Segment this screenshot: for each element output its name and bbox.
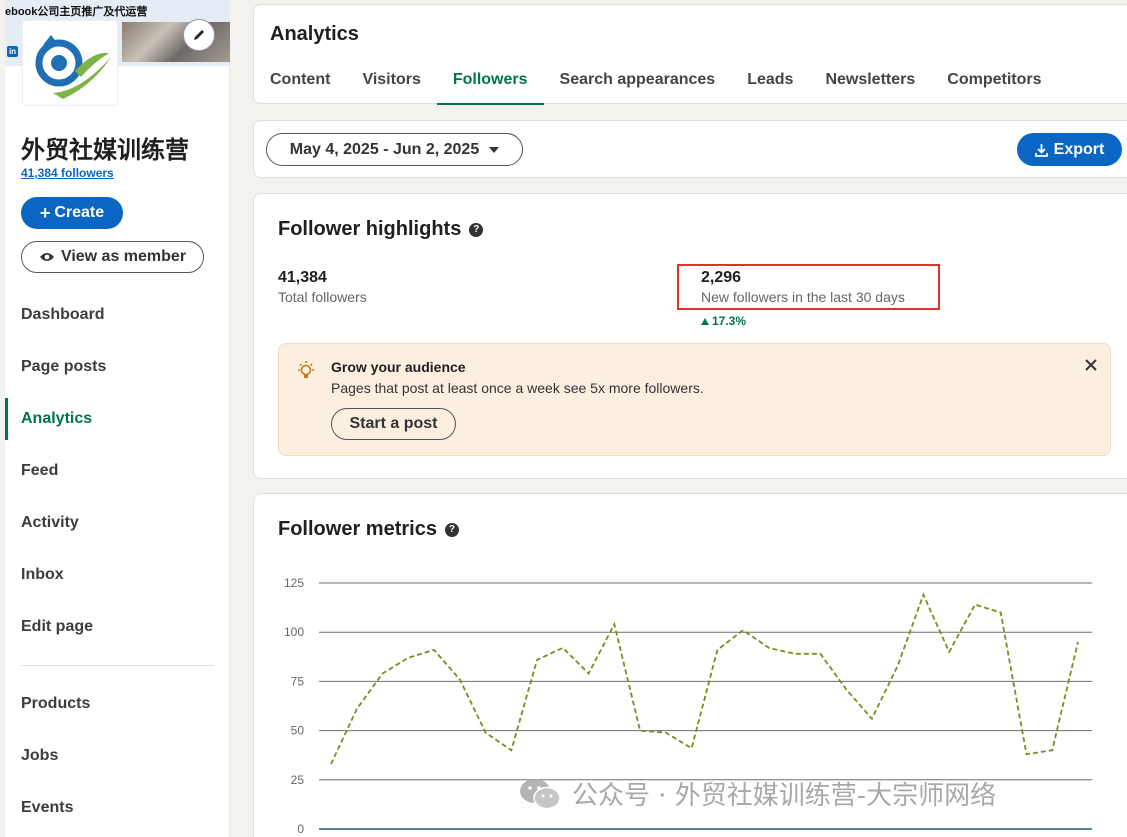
tab-competitors[interactable]: Competitors <box>931 63 1057 105</box>
new-followers-value: 2,296 <box>701 269 742 286</box>
caret-down-icon <box>489 146 500 153</box>
total-followers-value: 41,384 <box>278 269 327 286</box>
view-as-member-button[interactable]: View as member <box>21 241 204 273</box>
sidebar-item-inbox[interactable]: Inbox <box>5 549 230 601</box>
sidebar-item-activity[interactable]: Activity <box>5 497 230 549</box>
edit-pencil-icon[interactable] <box>183 19 215 51</box>
date-range-label: May 4, 2025 - Jun 2, 2025 <box>289 140 480 158</box>
tab-newsletters[interactable]: Newsletters <box>809 63 931 105</box>
y-tick-label: 75 <box>291 674 305 688</box>
sidebar-nav: Dashboard Page posts Analytics Feed Acti… <box>5 289 230 834</box>
page-title: Analytics <box>270 23 359 45</box>
wechat-icon <box>520 778 561 809</box>
wechat-watermark: 公众号 · 外贸社媒训练营-大宗师网络 <box>518 775 996 812</box>
sidebar-item-events[interactable]: Events <box>5 782 230 834</box>
sidebar-item-page-posts[interactable]: Page posts <box>5 341 230 393</box>
y-tick-label: 50 <box>291 724 305 738</box>
plus-icon: + <box>39 203 51 223</box>
create-button[interactable]: + Create <box>21 197 123 229</box>
tab-visitors[interactable]: Visitors <box>346 63 436 105</box>
watermark-text: 公众号 · 外贸社媒训练营-大宗师网络 <box>572 781 997 811</box>
tab-search-appearances[interactable]: Search appearances <box>544 63 732 105</box>
y-tick-label: 125 <box>284 576 304 590</box>
start-a-post-button[interactable]: Start a post <box>331 408 456 440</box>
export-button[interactable]: Export <box>1017 133 1122 166</box>
create-button-label: Create <box>54 204 105 221</box>
new-followers-change: 17.3% <box>701 314 746 328</box>
total-followers-label: Total followers <box>278 289 367 305</box>
filter-bar: May 4, 2025 - Jun 2, 2025 Export <box>253 120 1127 178</box>
sidebar-item-edit-page[interactable]: Edit page <box>5 601 230 653</box>
new-followers-label: New followers in the last 30 days <box>701 289 905 305</box>
change-value: 17.3% <box>712 314 747 328</box>
follower-highlights-heading: Follower highlights <box>278 218 462 240</box>
tab-followers[interactable]: Followers <box>436 63 544 105</box>
analytics-tabs: Content Visitors Followers Search appear… <box>254 63 1058 105</box>
sidebar: ebook公司主页推广及代运营 in 外贸社媒训练营 41,384 follow… <box>5 0 230 837</box>
analytics-header: Analytics Content Visitors Followers Sea… <box>253 4 1127 105</box>
company-name: 外贸社媒训练营 <box>21 136 189 164</box>
sidebar-item-jobs[interactable]: Jobs <box>5 730 230 782</box>
banner-title: Grow your audience <box>331 359 466 375</box>
grow-audience-banner: Grow your audience Pages that post at le… <box>278 343 1111 456</box>
y-tick-label: 0 <box>297 822 304 836</box>
date-range-dropdown[interactable]: May 4, 2025 - Jun 2, 2025 <box>266 133 523 166</box>
eye-icon <box>39 253 54 261</box>
tab-content[interactable]: Content <box>254 63 346 105</box>
follower-highlights-card: Follower highlights ? 41,384 Total follo… <box>253 193 1127 479</box>
linkedin-icon: in <box>7 46 18 57</box>
cover-text: ebook公司主页推广及代运营 <box>5 6 148 18</box>
view-as-member-label: View as member <box>60 248 187 265</box>
close-icon[interactable] <box>1082 356 1100 374</box>
sidebar-item-analytics[interactable]: Analytics <box>5 393 230 445</box>
nav-divider <box>21 665 214 666</box>
export-label: Export <box>1053 140 1105 158</box>
download-icon <box>1034 143 1048 157</box>
tab-leads[interactable]: Leads <box>731 63 809 105</box>
company-logo[interactable] <box>22 20 118 106</box>
sidebar-item-feed[interactable]: Feed <box>5 445 230 497</box>
y-tick-label: 25 <box>291 773 305 787</box>
help-icon[interactable]: ? <box>469 222 484 237</box>
lightbulb-icon <box>295 360 317 387</box>
sidebar-item-products[interactable]: Products <box>5 678 230 730</box>
sidebar-item-dashboard[interactable]: Dashboard <box>5 289 230 341</box>
up-triangle-icon <box>701 317 709 325</box>
y-tick-label: 100 <box>284 625 304 639</box>
follower-highlights-title: Follower highlights ? <box>278 218 484 241</box>
series-line <box>330 592 1079 765</box>
followers-link[interactable]: 41,384 followers <box>21 166 114 180</box>
banner-text: Pages that post at least once a week see… <box>331 380 704 396</box>
